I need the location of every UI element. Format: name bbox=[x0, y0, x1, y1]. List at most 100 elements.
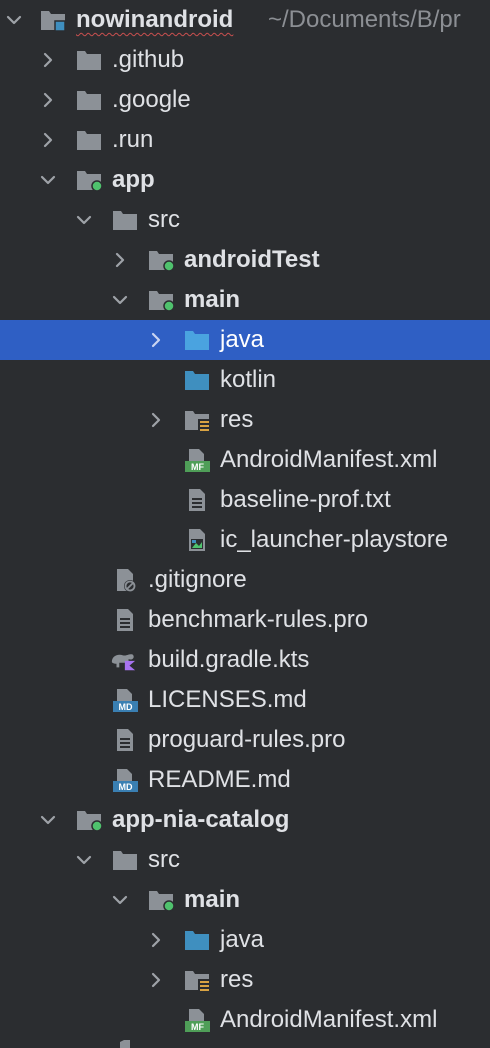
tree-label: .run bbox=[112, 126, 154, 153]
tree-row-app-readme[interactable]: MD README.md bbox=[0, 760, 490, 800]
chevron-right-icon[interactable] bbox=[110, 250, 130, 270]
chevron-right-icon[interactable] bbox=[38, 90, 58, 110]
source-folder-icon bbox=[185, 931, 209, 950]
chevron-right-icon[interactable] bbox=[146, 970, 166, 990]
tree-row-app-licenses[interactable]: MD LICENSES.md bbox=[0, 680, 490, 720]
text-file-icon bbox=[189, 489, 205, 511]
tree-label: LICENSES.md bbox=[148, 686, 307, 713]
tree-row-catalog-java[interactable]: java bbox=[0, 920, 490, 960]
tree-label: res bbox=[220, 966, 254, 993]
tree-row-android-test[interactable]: androidTest bbox=[0, 240, 490, 280]
folder-icon bbox=[77, 131, 101, 150]
tree-row-app-benchmark-rules[interactable]: benchmark-rules.pro bbox=[0, 600, 490, 640]
tree-label: java bbox=[220, 326, 265, 353]
tree-row-app-main[interactable]: main bbox=[0, 280, 490, 320]
tree-label: ic_launcher-playstore bbox=[220, 526, 449, 553]
image-file-icon bbox=[189, 529, 205, 551]
tree-label: README.md bbox=[148, 766, 291, 793]
tree-row-app-res[interactable]: res bbox=[0, 400, 490, 440]
module-folder-icon bbox=[77, 811, 102, 832]
folder-icon bbox=[77, 91, 101, 110]
tree-label: baseline-prof.txt bbox=[220, 486, 391, 513]
tree-row-catalog-src[interactable]: src bbox=[0, 840, 490, 880]
chevron-right-icon[interactable] bbox=[146, 410, 166, 430]
module-folder-icon bbox=[41, 11, 66, 32]
chevron-down-icon[interactable] bbox=[74, 210, 94, 230]
chevron-down-icon[interactable] bbox=[38, 170, 58, 190]
tree-row-app-build-gradle[interactable]: build.gradle.kts bbox=[0, 640, 490, 680]
root-path-hint: ~/Documents/B/pr bbox=[268, 6, 461, 33]
chevron-down-icon[interactable] bbox=[110, 890, 130, 910]
tree-row-google[interactable]: .google bbox=[0, 80, 490, 120]
resource-folder-icon bbox=[185, 971, 210, 992]
ignore-file-icon bbox=[117, 569, 136, 592]
tree-label: .google bbox=[112, 86, 191, 113]
tree-row-app-kotlin[interactable]: kotlin bbox=[0, 360, 490, 400]
file-icon bbox=[120, 1040, 130, 1048]
folder-icon bbox=[77, 51, 101, 70]
tree-row-app-manifest[interactable]: MF AndroidManifest.xml bbox=[0, 440, 490, 480]
markdown-file-icon: MD bbox=[113, 769, 138, 792]
tree-label: .gitignore bbox=[148, 566, 247, 593]
chevron-down-icon[interactable] bbox=[110, 290, 130, 310]
module-folder-icon bbox=[77, 171, 102, 192]
module-folder-icon bbox=[149, 291, 174, 312]
chevron-right-icon[interactable] bbox=[146, 930, 166, 950]
tree-row-app[interactable]: app bbox=[0, 160, 490, 200]
tree-row-catalog[interactable]: app-nia-catalog bbox=[0, 800, 490, 840]
source-folder-icon bbox=[185, 371, 209, 390]
chevron-right-icon[interactable] bbox=[38, 50, 58, 70]
tree-row-app-gitignore[interactable]: .gitignore bbox=[0, 560, 490, 600]
tree-row-run[interactable]: .run bbox=[0, 120, 490, 160]
chevron-down-icon[interactable] bbox=[38, 810, 58, 830]
tree-label: main bbox=[184, 286, 241, 313]
tree-row-catalog-main[interactable]: main bbox=[0, 880, 490, 920]
module-folder-icon bbox=[149, 891, 174, 912]
tree-row-catalog-manifest[interactable]: MF AndroidManifest.xml bbox=[0, 1000, 490, 1040]
gradle-kotlin-icon bbox=[111, 654, 136, 671]
tree-label: androidTest bbox=[184, 246, 320, 273]
tree-label: main bbox=[184, 886, 241, 913]
tree-label: src bbox=[148, 206, 180, 233]
tree-label: src bbox=[148, 846, 180, 873]
chevron-right-icon[interactable] bbox=[146, 330, 166, 350]
tree-label: AndroidManifest.xml bbox=[220, 1006, 438, 1033]
chevron-down-icon[interactable] bbox=[4, 10, 24, 30]
root-project-label: nowinandroid bbox=[76, 6, 234, 33]
tree-row-partial bbox=[0, 1040, 490, 1048]
module-folder-icon bbox=[149, 251, 174, 272]
text-file-icon bbox=[117, 729, 133, 751]
tree-label: proguard-rules.pro bbox=[148, 726, 346, 753]
tree-row-app-proguard[interactable]: proguard-rules.pro bbox=[0, 720, 490, 760]
svg-text:MF: MF bbox=[191, 1022, 204, 1032]
chevron-right-icon[interactable] bbox=[38, 130, 58, 150]
tree-label: app bbox=[112, 166, 155, 193]
tree-row-github[interactable]: .github bbox=[0, 40, 490, 80]
tree-row-app-baseline[interactable]: baseline-prof.txt bbox=[0, 480, 490, 520]
tree-row-app-launcher[interactable]: ic_launcher-playstore bbox=[0, 520, 490, 560]
tree-label: .github bbox=[112, 46, 185, 73]
folder-icon bbox=[113, 851, 137, 870]
project-tree: nowinandroid ~/Documents/B/pr .github .g… bbox=[0, 0, 490, 1048]
manifest-file-icon: MF bbox=[185, 449, 210, 472]
tree-label: build.gradle.kts bbox=[148, 646, 310, 673]
tree-label: app-nia-catalog bbox=[112, 806, 290, 833]
tree-row-catalog-res[interactable]: res bbox=[0, 960, 490, 1000]
source-folder-icon bbox=[185, 331, 209, 350]
manifest-file-icon: MF bbox=[185, 1009, 210, 1032]
tree-label: java bbox=[220, 926, 265, 953]
markdown-file-icon: MD bbox=[113, 689, 138, 712]
tree-label: kotlin bbox=[220, 366, 277, 393]
tree-label: AndroidManifest.xml bbox=[220, 446, 438, 473]
tree-label: res bbox=[220, 406, 254, 433]
tree-label: benchmark-rules.pro bbox=[148, 606, 369, 633]
tree-row-app-java[interactable]: java bbox=[0, 320, 490, 360]
folder-icon bbox=[113, 211, 137, 230]
svg-text:MF: MF bbox=[191, 462, 204, 472]
tree-row-root[interactable]: nowinandroid ~/Documents/B/pr bbox=[0, 0, 490, 40]
svg-text:MD: MD bbox=[119, 702, 133, 712]
svg-text:MD: MD bbox=[119, 782, 133, 792]
tree-row-app-src[interactable]: src bbox=[0, 200, 490, 240]
chevron-down-icon[interactable] bbox=[74, 850, 94, 870]
text-file-icon bbox=[117, 609, 133, 631]
